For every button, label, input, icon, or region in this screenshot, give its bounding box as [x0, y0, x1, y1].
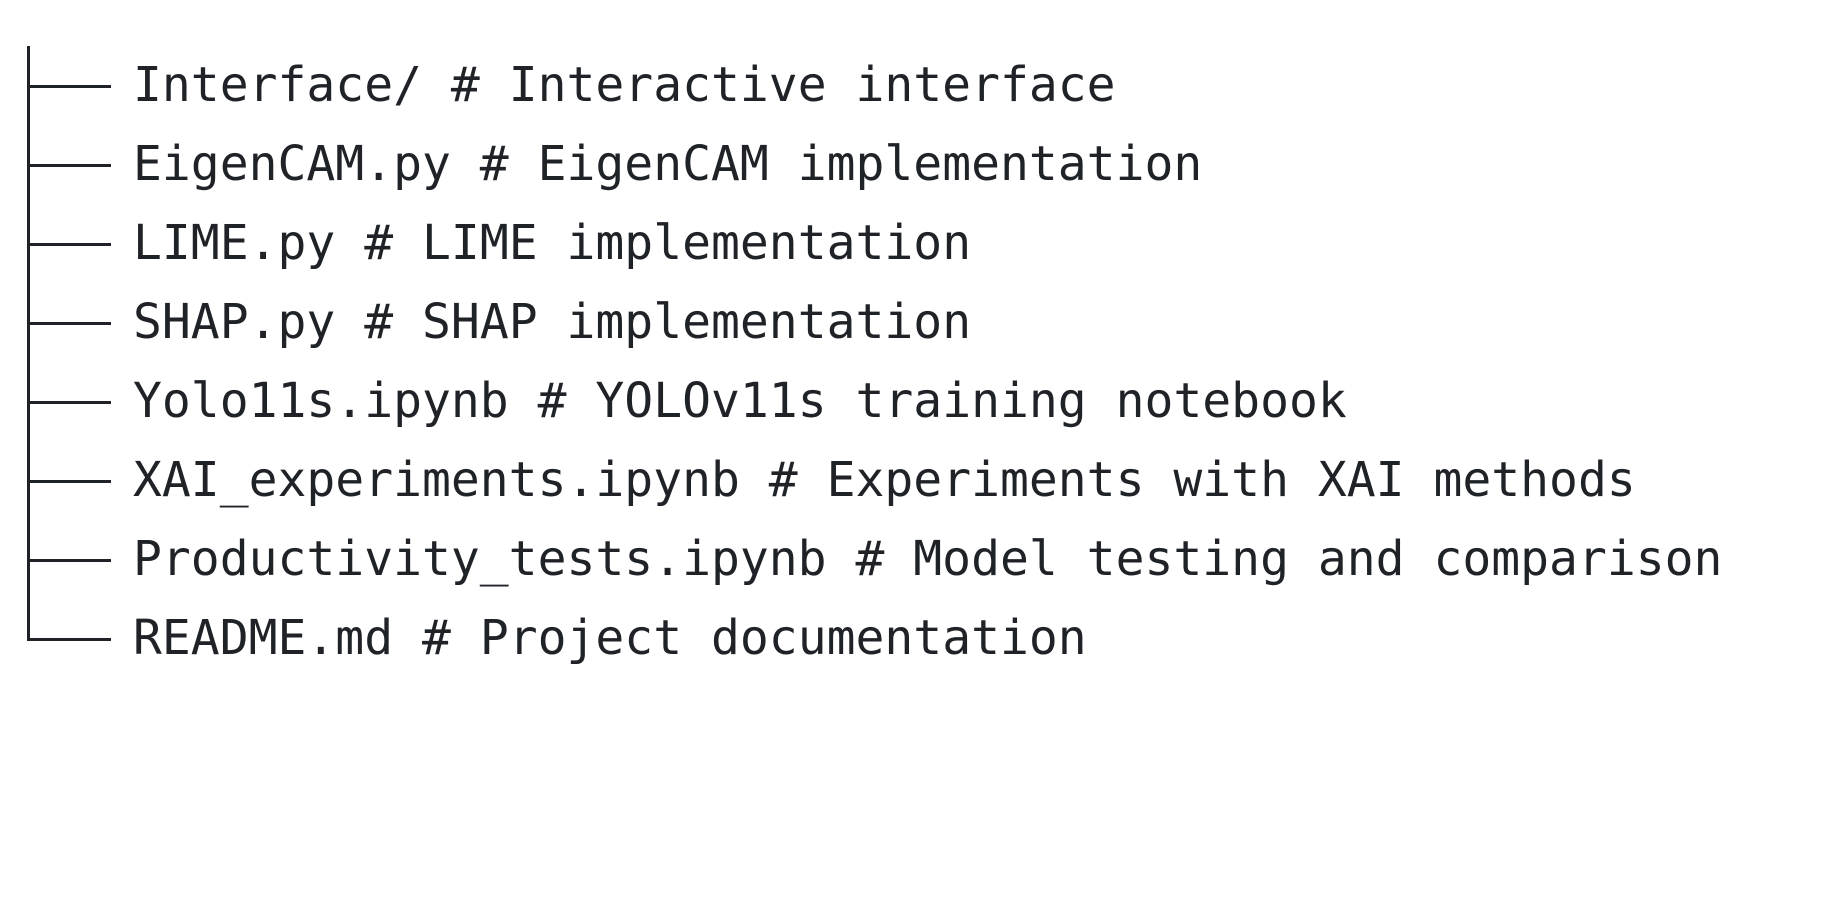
tree-row-xai-experiments: XAI_experiments.ipynb # Experiments with… [20, 441, 1722, 520]
tree-entry-name: Interface/ [133, 57, 422, 113]
tree-entry-comment: LIME implementation [422, 215, 972, 271]
tree-entry-name: XAI_experiments.ipynb [133, 452, 740, 508]
tree-entry-name: Productivity_tests.ipynb [133, 531, 827, 587]
tree-comment-marker: # [364, 294, 394, 350]
tree-separator-space [567, 362, 596, 441]
tree-branch-horizontal-line [27, 638, 111, 641]
tree-row-lime: LIME.py # LIME implementation [20, 204, 1722, 283]
tree-separator-space [451, 125, 480, 204]
tree-branch-horizontal-line [27, 322, 111, 325]
tree-branch-horizontal-line [27, 480, 111, 483]
tree-branch-connector [20, 362, 133, 441]
tree-separator-space [393, 599, 422, 678]
tree-row-productivity-tests: Productivity_tests.ipynb # Model testing… [20, 520, 1722, 599]
tree-separator-space [451, 599, 480, 678]
tree-row-yolo11s: Yolo11s.ipynb # YOLOv11s training notebo… [20, 362, 1722, 441]
directory-tree: Interface/ # Interactive interface Eigen… [20, 46, 1722, 678]
tree-entry-comment: EigenCAM implementation [537, 136, 1203, 192]
tree-entry-comment: Interactive interface [508, 57, 1116, 113]
tree-separator-space [480, 46, 509, 125]
tree-separator-space [393, 204, 422, 283]
tree-comment-marker: # [450, 57, 480, 113]
tree-branch-vertical-line [27, 599, 30, 641]
tree-separator-space [509, 362, 538, 441]
tree-separator-space [798, 441, 827, 520]
tree-separator-space [422, 46, 451, 125]
tree-branch-connector [20, 204, 133, 283]
tree-entry-comment: SHAP implementation [422, 294, 972, 350]
tree-comment-marker: # [422, 610, 451, 666]
tree-branch-horizontal-line [27, 401, 111, 404]
tree-row-eigencam: EigenCAM.py # EigenCAM implementation [20, 125, 1722, 204]
tree-branch-connector [20, 125, 133, 204]
tree-separator-space [335, 283, 364, 362]
tree-comment-marker: # [479, 136, 509, 192]
tree-row-interface: Interface/ # Interactive interface [20, 46, 1722, 125]
tree-branch-horizontal-line [27, 243, 111, 246]
tree-comment-marker: # [855, 531, 885, 587]
tree-row-shap: SHAP.py # SHAP implementation [20, 283, 1722, 362]
tree-entry-comment: Project documentation [479, 610, 1087, 666]
tree-entry-comment: YOLOv11s training notebook [595, 373, 1347, 429]
tree-entry-comment: Experiments with XAI methods [826, 452, 1636, 508]
tree-separator-space [335, 204, 364, 283]
tree-branch-horizontal-line [27, 164, 111, 167]
tree-branch-horizontal-line [27, 559, 111, 562]
tree-branch-horizontal-line [27, 85, 111, 88]
tree-comment-marker: # [537, 373, 567, 429]
tree-last-branch-connector [20, 599, 133, 678]
tree-branch-connector [20, 46, 133, 125]
tree-separator-space [509, 125, 538, 204]
tree-separator-space [740, 441, 769, 520]
tree-row-readme: README.md # Project documentation [20, 599, 1722, 678]
tree-separator-space [393, 283, 422, 362]
tree-branch-connector [20, 520, 133, 599]
tree-comment-marker: # [364, 215, 394, 271]
tree-separator-space [884, 520, 913, 599]
tree-entry-comment: Model testing and comparison [913, 531, 1723, 587]
tree-branch-connector [20, 441, 133, 520]
tree-branch-connector [20, 283, 133, 362]
tree-separator-space [827, 520, 856, 599]
tree-comment-marker: # [768, 452, 798, 508]
